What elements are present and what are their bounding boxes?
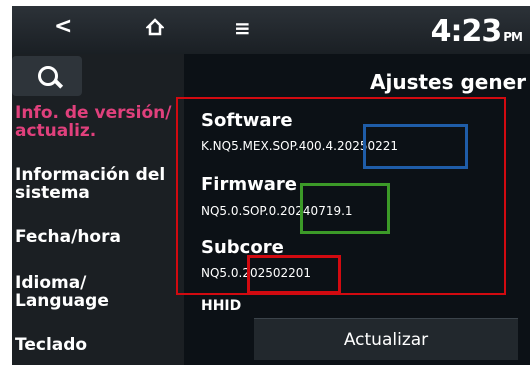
- sidebar-item-date-time[interactable]: Fecha/hora: [15, 228, 121, 246]
- sidebar-item-language[interactable]: Idioma/ Language: [15, 274, 135, 310]
- firmware-date-highlight: [300, 183, 390, 234]
- top-bar: < ≡ 4:23 PM: [12, 6, 530, 54]
- back-icon[interactable]: <: [54, 14, 72, 39]
- menu-icon[interactable]: ≡: [234, 16, 251, 40]
- sidebar-item-keyboard[interactable]: Teclado: [15, 336, 87, 354]
- clock: 4:23 PM: [430, 14, 523, 49]
- next-section-label: HHID: [201, 298, 242, 314]
- page-title: Ajustes gener: [370, 70, 527, 94]
- firmware-label: Firmware: [201, 174, 297, 195]
- software-date-highlight: [363, 124, 468, 169]
- sidebar: [12, 54, 184, 365]
- subcore-date-highlight: [247, 255, 341, 294]
- sidebar-item-system-info[interactable]: Información del sistema: [15, 166, 175, 202]
- search-button[interactable]: [12, 56, 82, 96]
- update-button[interactable]: Actualizar: [254, 318, 518, 360]
- home-icon[interactable]: [144, 18, 166, 40]
- sidebar-item-version-info[interactable]: Info. de versión/ actualiz.: [15, 104, 175, 140]
- software-label: Software: [201, 110, 293, 131]
